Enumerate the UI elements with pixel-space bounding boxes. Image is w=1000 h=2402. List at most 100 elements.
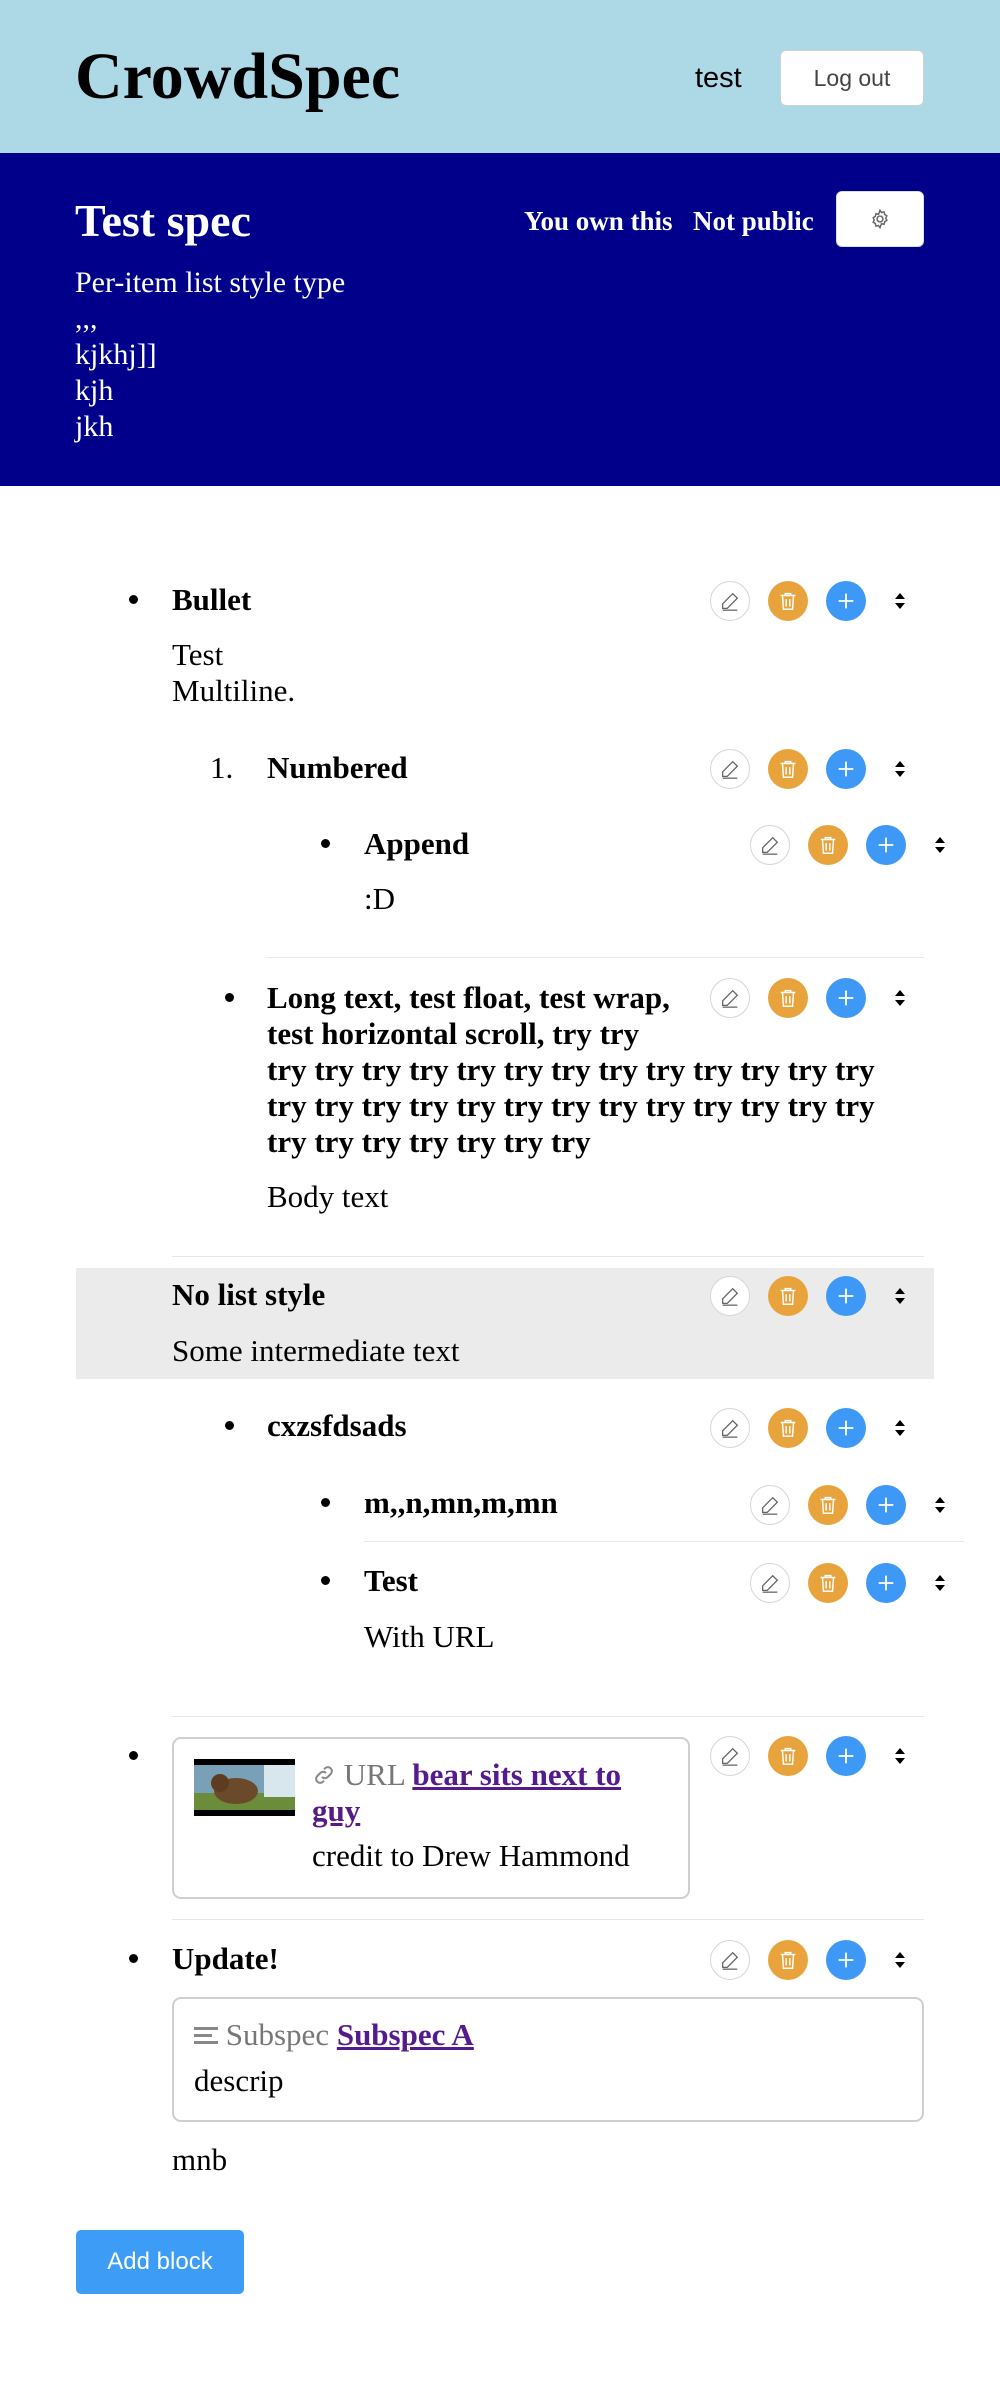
- edit-button[interactable]: [750, 1485, 790, 1525]
- block-title: Numbered: [267, 750, 408, 785]
- delete-button[interactable]: [768, 581, 808, 621]
- edit-button[interactable]: [710, 749, 750, 789]
- delete-button[interactable]: [768, 1736, 808, 1776]
- pencil-icon: [722, 1287, 739, 1306]
- spec-description: Per-item list style type ,,, kjkhj]] kjh…: [75, 266, 346, 443]
- plus-icon: [878, 1575, 894, 1591]
- edit-button[interactable]: [710, 1940, 750, 1980]
- url-link-continued[interactable]: guy: [312, 1793, 360, 1829]
- add-child-button[interactable]: [826, 1940, 866, 1980]
- delete-button[interactable]: [768, 1276, 808, 1316]
- block-body: Some intermediate text: [172, 1333, 460, 1368]
- edit-button[interactable]: [710, 581, 750, 621]
- sort-icon: [895, 593, 905, 609]
- url-type-label: URL: [343, 1757, 405, 1792]
- spec-title: Test spec: [75, 195, 251, 246]
- divider: [267, 957, 924, 958]
- add-child-button[interactable]: [826, 1276, 866, 1316]
- bullet-marker: [129, 1954, 138, 1963]
- sort-icon: [895, 761, 905, 777]
- add-child-button[interactable]: [826, 1408, 866, 1448]
- block-title-line: try try try try try try try try try try …: [267, 1052, 875, 1087]
- plus-icon: [838, 1748, 854, 1764]
- move-handle[interactable]: [888, 581, 912, 621]
- move-handle[interactable]: [888, 1276, 912, 1316]
- trash-icon: [820, 1496, 836, 1514]
- block-actions: [750, 825, 976, 867]
- delete-button[interactable]: [768, 1408, 808, 1448]
- trash-icon: [780, 760, 796, 778]
- logout-button[interactable]: Log out: [780, 50, 924, 106]
- add-child-button[interactable]: [826, 581, 866, 621]
- move-handle[interactable]: [928, 1485, 952, 1525]
- block-actions: [710, 1408, 936, 1450]
- delete-button[interactable]: [768, 749, 808, 789]
- block-actions: [710, 978, 936, 1020]
- plus-icon: [878, 1497, 894, 1513]
- pencil-icon: [722, 592, 739, 611]
- block-actions: [710, 749, 936, 791]
- sort-icon: [895, 990, 905, 1006]
- bullet-marker: [225, 1421, 234, 1430]
- edit-button[interactable]: [710, 1276, 750, 1316]
- add-child-button[interactable]: [866, 825, 906, 865]
- spec-header: Test spec You own this Not public Per-it…: [0, 153, 1000, 486]
- bullet-marker: [321, 1498, 330, 1507]
- plus-icon: [838, 1952, 854, 1968]
- subspec-link[interactable]: Subspec A: [337, 2017, 474, 2052]
- plus-icon: [878, 837, 894, 853]
- edit-button[interactable]: [710, 978, 750, 1018]
- trash-icon: [780, 592, 796, 610]
- bullet-marker: [225, 993, 234, 1002]
- move-handle[interactable]: [928, 825, 952, 865]
- move-handle[interactable]: [888, 749, 912, 789]
- block-actions: [710, 1940, 936, 1982]
- bullet-marker: [321, 839, 330, 848]
- add-child-button[interactable]: [866, 1563, 906, 1603]
- move-handle[interactable]: [888, 1736, 912, 1776]
- url-link[interactable]: bear sits next to: [412, 1757, 621, 1792]
- app-title[interactable]: CrowdSpec: [75, 38, 400, 116]
- move-handle[interactable]: [888, 1940, 912, 1980]
- move-handle[interactable]: [928, 1563, 952, 1603]
- edit-button[interactable]: [750, 825, 790, 865]
- delete-button[interactable]: [768, 978, 808, 1018]
- subspec-card[interactable]: Subspec Subspec A descrip: [172, 1997, 924, 2122]
- bullet-marker: [129, 1751, 138, 1760]
- plus-icon: [838, 1420, 854, 1436]
- delete-button[interactable]: [808, 825, 848, 865]
- pencil-icon: [762, 836, 779, 855]
- edit-button[interactable]: [750, 1563, 790, 1603]
- add-child-button[interactable]: [866, 1485, 906, 1525]
- move-handle[interactable]: [888, 978, 912, 1018]
- settings-button[interactable]: [836, 191, 924, 247]
- delete-button[interactable]: [768, 1940, 808, 1980]
- sort-icon: [895, 1288, 905, 1304]
- pencil-icon: [722, 989, 739, 1008]
- subspec-description: descrip: [194, 2063, 284, 2098]
- url-card[interactable]: URL bear sits next to guy credit to Drew…: [172, 1737, 690, 1899]
- move-handle[interactable]: [888, 1408, 912, 1448]
- delete-button[interactable]: [808, 1563, 848, 1603]
- trash-icon: [820, 836, 836, 854]
- add-child-button[interactable]: [826, 978, 866, 1018]
- sort-icon: [935, 837, 945, 853]
- block-actions: [710, 1276, 936, 1318]
- sort-icon: [895, 1748, 905, 1764]
- sort-icon: [935, 1575, 945, 1591]
- trash-icon: [820, 1574, 836, 1592]
- block-title: Bullet: [172, 582, 252, 617]
- add-child-button[interactable]: [826, 1736, 866, 1776]
- trash-icon: [780, 1951, 796, 1969]
- block-title: m,,n,mn,m,mn: [364, 1485, 558, 1520]
- block-title: No list style: [172, 1277, 326, 1312]
- add-block-button[interactable]: Add block: [76, 2230, 244, 2294]
- edit-button[interactable]: [710, 1736, 750, 1776]
- url-thumbnail: [194, 1759, 295, 1816]
- block-title-line: try try try try try try try try try try …: [267, 1088, 875, 1123]
- pencil-icon: [722, 1419, 739, 1438]
- add-child-button[interactable]: [826, 749, 866, 789]
- delete-button[interactable]: [808, 1485, 848, 1525]
- edit-button[interactable]: [710, 1408, 750, 1448]
- block-title: cxzsfdsads: [267, 1408, 407, 1443]
